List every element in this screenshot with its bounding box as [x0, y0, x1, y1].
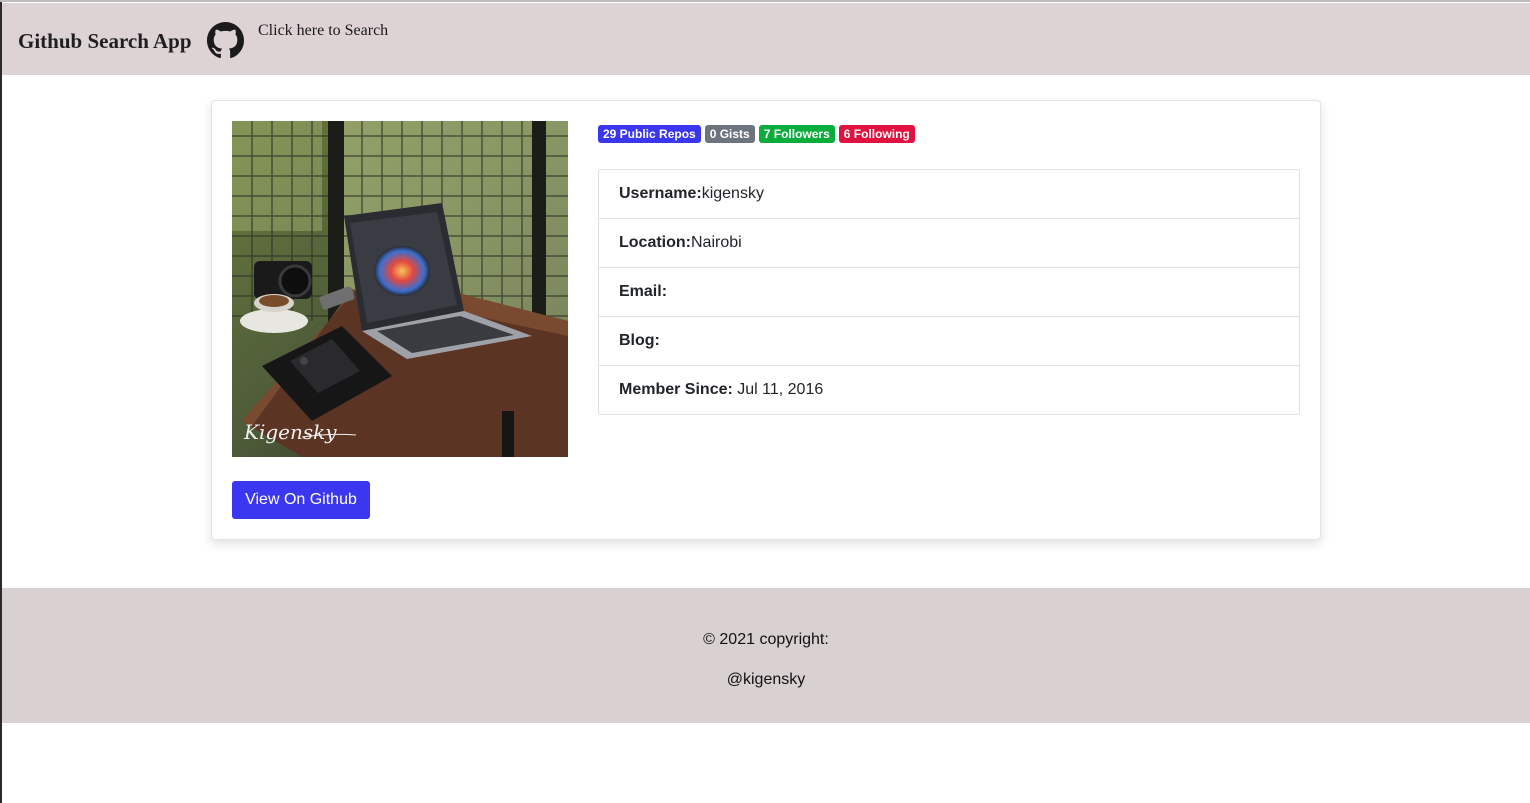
view-on-github-button[interactable]: View On Github: [232, 481, 370, 519]
list-item-blog: Blog:: [599, 317, 1299, 366]
brand-title[interactable]: Github Search App: [18, 29, 192, 54]
profile-card: Kigensky 29 Public Repos 0 Gists 7 Follo…: [211, 100, 1321, 540]
window-top-border: [0, 0, 1530, 2]
footer-handle: @kigensky: [726, 671, 806, 688]
location-label: Location:: [619, 234, 691, 251]
github-icon[interactable]: [207, 22, 244, 59]
badge-gists: 0 Gists: [704, 125, 755, 143]
badge-following: 6 Following: [838, 125, 915, 143]
list-item-email: Email:: [599, 268, 1299, 317]
avatar: Kigensky: [232, 121, 568, 457]
footer: © 2021 copyright: @kigensky: [2, 588, 1530, 723]
list-item-username: Username: kigensky: [599, 170, 1299, 219]
badge-public-repos: 29 Public Repos: [598, 125, 701, 143]
blog-label: Blog:: [619, 332, 660, 349]
avatar-signature: Kigensky: [243, 420, 337, 444]
profile-details-list: Username: kigensky Location: Nairobi Email…: [598, 169, 1300, 415]
footer-copyright: © 2021 copyright:: [703, 631, 829, 648]
member-since-value: Jul 11, 2016: [732, 381, 824, 398]
email-label: Email:: [619, 283, 668, 300]
list-item-location: Location: Nairobi: [599, 219, 1299, 268]
username-value: kigensky: [701, 185, 764, 202]
search-link[interactable]: Click here to Search: [258, 22, 388, 40]
username-label: Username:: [619, 185, 702, 202]
list-item-member-since: Member Since: Jul 11, 2016: [599, 366, 1299, 414]
member-since-label: Member Since:: [619, 381, 733, 398]
avatar-image: Kigensky: [232, 121, 568, 457]
location-value: Nairobi: [691, 234, 742, 251]
badge-followers: 7 Followers: [758, 125, 835, 143]
stats-badges: 29 Public Repos 0 Gists 7 Followers 6 Fo…: [598, 125, 915, 143]
navbar: Github Search App Click here to Search: [2, 3, 1530, 75]
